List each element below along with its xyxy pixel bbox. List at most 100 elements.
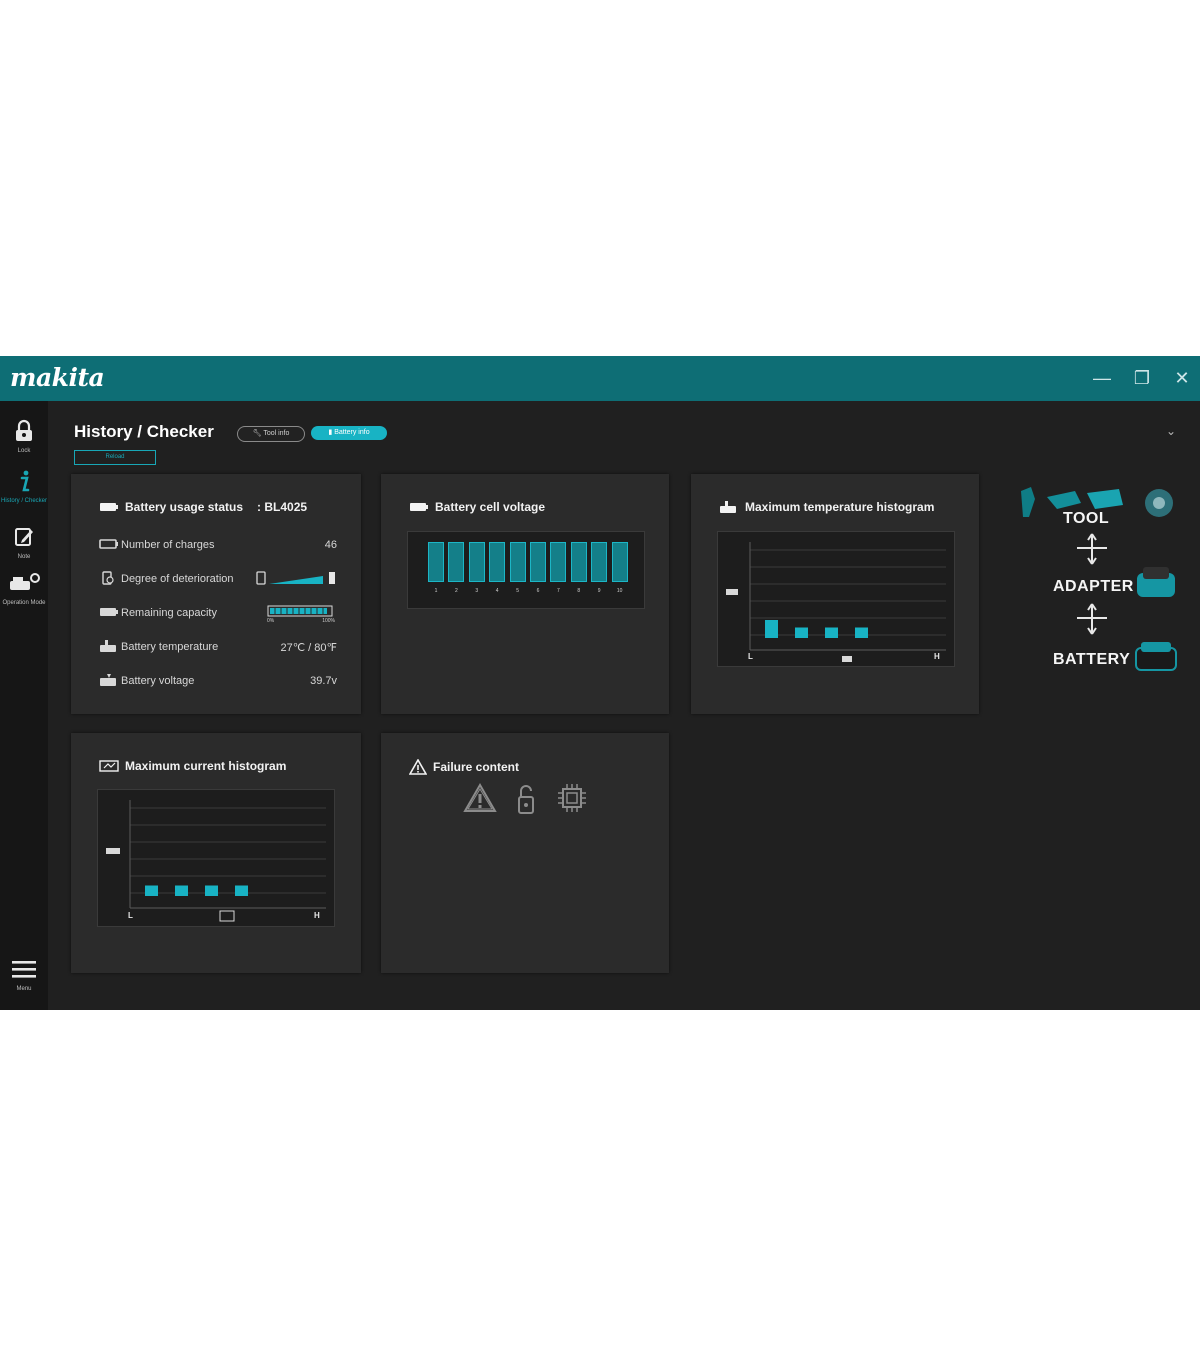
histogram-bar xyxy=(235,885,248,896)
battery-image xyxy=(1135,642,1177,671)
tab-battery-info[interactable]: ▮ Battery info xyxy=(311,426,387,440)
histogram-bar xyxy=(795,627,808,638)
card-title: Battery cell voltage xyxy=(409,500,545,514)
cell-number-label: 4 xyxy=(495,588,499,594)
failure-card: Failure content xyxy=(381,733,669,973)
main-content: History / Checker 🔧︎ Tool info ▮ Battery… xyxy=(48,401,1200,1010)
cell-voltage-card: Battery cell voltage 1 2 3 4 5 6 7 8 9 10 xyxy=(381,474,669,714)
cell-number-label: 7 xyxy=(557,588,560,594)
row-value: 27℃ / 80℉ xyxy=(280,641,337,654)
sidebar-item-operation-mode[interactable]: Operation Mode xyxy=(0,571,48,607)
failure-title: Failure content xyxy=(433,760,520,774)
cell-number-label: 2 xyxy=(455,588,458,594)
card-title: Battery usage status : BL4025 xyxy=(99,500,307,514)
current-histogram-panel: L H xyxy=(97,789,335,927)
current-histogram-card: Maximum current histogram L H xyxy=(71,733,361,973)
histogram-bar xyxy=(145,885,158,896)
close-button[interactable]: ✕ xyxy=(1170,366,1194,390)
row-label: Degree of deterioration xyxy=(121,573,234,585)
capacity-icon xyxy=(99,607,121,620)
tool-icon: 🔧︎ xyxy=(252,430,264,437)
card-title: Failure content xyxy=(409,759,519,775)
tab-label: Battery info xyxy=(334,429,370,436)
sidebar-item-note[interactable]: Note xyxy=(0,525,48,561)
sidebar-item-lock[interactable]: Lock xyxy=(0,419,48,455)
minimize-button[interactable]: — xyxy=(1090,366,1114,390)
sidebar-item-menu[interactable]: Menu xyxy=(0,959,48,993)
card-title: Maximum current histogram xyxy=(99,759,286,773)
cell-voltage-bar xyxy=(591,542,608,582)
cell-voltage-bar xyxy=(428,542,444,582)
cell-number-label: 8 xyxy=(577,588,581,594)
capacity-meter: 0% 100% xyxy=(267,605,337,624)
cell-voltage-bar xyxy=(489,542,506,582)
transfer-arrow-icon xyxy=(1077,533,1107,565)
connection-flow: TOOL ADAPTER BATTERY xyxy=(1003,481,1193,721)
temp-histogram-panel: L H xyxy=(717,531,955,667)
tab-tool-info[interactable]: 🔧︎ Tool info xyxy=(237,426,305,442)
adapter-image xyxy=(1137,567,1175,597)
battery-icon xyxy=(410,503,428,511)
battery-icon xyxy=(100,503,118,511)
warning-icon xyxy=(463,783,497,812)
battery-usage-title: Battery usage status xyxy=(125,500,244,514)
cell-voltage-panel: 1 2 3 4 5 6 7 8 9 10 xyxy=(407,531,645,609)
tab-label: Tool info xyxy=(263,430,290,437)
axis-high-label: H xyxy=(314,911,320,920)
current-histogram-title: Maximum current histogram xyxy=(125,759,287,773)
deterioration-meter xyxy=(255,570,337,589)
row-battery-temperature: Battery temperature 27℃ / 80℉ xyxy=(99,639,337,655)
row-label: Battery voltage xyxy=(121,675,195,687)
menu-icon xyxy=(12,961,36,978)
sidebar-item-label: Note xyxy=(17,554,31,560)
sidebar-item-label: Menu xyxy=(16,986,32,992)
sidebar-item-label: Lock xyxy=(17,448,31,454)
axis-low-label: L xyxy=(748,652,753,661)
chip-icon xyxy=(558,784,586,812)
note-icon xyxy=(15,528,33,546)
chevron-down-icon[interactable]: ⌄ xyxy=(1166,424,1176,438)
cell-voltage-bar xyxy=(530,542,546,582)
temp-histogram-card: Maximum temperature histogram L H xyxy=(691,474,979,714)
sidebar: Lock History / Checker Note Operation Mo… xyxy=(0,401,48,1010)
histogram-bar xyxy=(205,885,218,896)
battery-usage-card: Battery usage status : BL4025 Number of … xyxy=(71,474,361,714)
restore-button[interactable]: ❐ xyxy=(1130,366,1154,390)
flow-tool-label: TOOL xyxy=(1063,510,1110,527)
cell-voltage-bar xyxy=(570,542,587,582)
row-label: Remaining capacity xyxy=(121,607,217,619)
warning-icon xyxy=(409,759,427,775)
row-value: 39.7v xyxy=(310,675,337,687)
page-title: History / Checker xyxy=(74,422,214,441)
histogram-bar xyxy=(825,627,838,638)
cell-number-label: 1 xyxy=(434,588,438,594)
thermometer-icon xyxy=(99,639,121,656)
lock-icon xyxy=(16,419,32,441)
capacity-scale-min: 0% xyxy=(267,618,275,624)
histogram-bar xyxy=(765,620,778,638)
operation-mode-icon xyxy=(10,573,40,590)
thermometer-icon xyxy=(720,501,736,513)
sidebar-item-history[interactable]: History / Checker xyxy=(0,469,48,505)
row-battery-voltage: Battery voltage 39.7v xyxy=(99,673,337,689)
row-deterioration: Degree of deterioration xyxy=(99,570,337,589)
row-value: 46 xyxy=(324,539,337,551)
card-title: Maximum temperature histogram xyxy=(719,500,934,514)
lock-open-icon xyxy=(518,785,534,814)
makita-logo: makita xyxy=(10,363,105,392)
reload-button[interactable]: Reload xyxy=(74,450,156,465)
cell-voltage-bar xyxy=(448,542,465,582)
sidebar-item-label: History / Checker xyxy=(0,498,47,504)
transfer-arrow-icon xyxy=(1077,603,1107,635)
histogram-bar xyxy=(175,885,188,896)
row-label: Number of charges xyxy=(121,539,215,551)
axis-low-label: L xyxy=(128,911,133,920)
voltage-icon xyxy=(99,673,121,690)
axis-high-label: H xyxy=(934,652,940,661)
battery-icon xyxy=(99,538,121,552)
current-icon xyxy=(99,760,119,772)
cell-voltage-title: Battery cell voltage xyxy=(435,500,546,514)
row-number-of-charges: Number of charges 46 xyxy=(99,537,337,553)
histogram-bar xyxy=(855,627,868,638)
cell-number-label: 3 xyxy=(475,588,479,594)
